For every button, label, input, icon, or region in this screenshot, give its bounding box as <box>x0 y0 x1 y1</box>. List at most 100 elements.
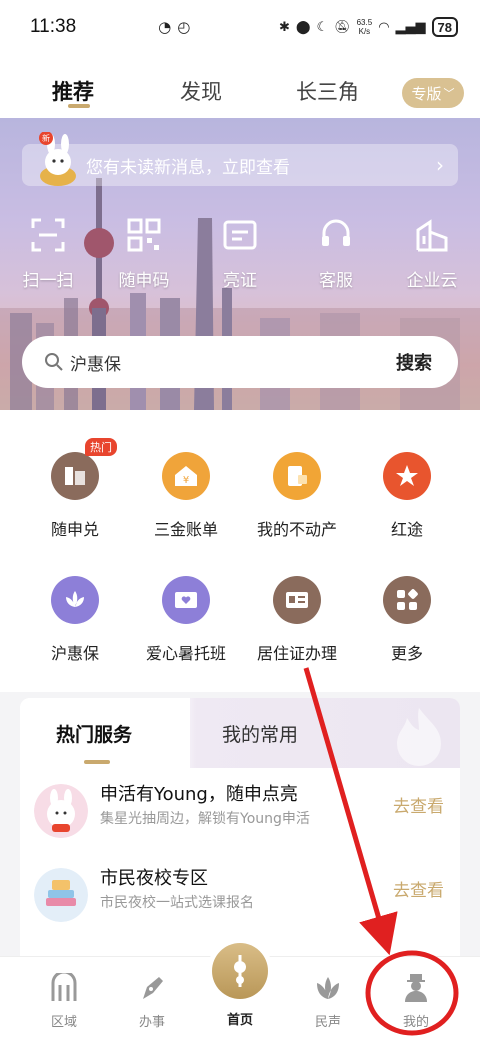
service-suishendui[interactable]: 热门 随申兑 <box>20 438 130 540</box>
service-three-funds-bill[interactable]: ¥ 三金账单 <box>131 452 241 540</box>
voucher-icon: 热门 <box>51 438 117 500</box>
nav-label: 区域 <box>50 1015 77 1030</box>
tab-my-frequent[interactable]: 我的常用 <box>222 720 298 747</box>
list-item-young[interactable]: 申活有Young，随申点亮 集星光抽周边，解锁有Young申活 去查看 <box>20 778 460 854</box>
service-huhuibao[interactable]: 沪惠保 <box>20 576 130 664</box>
tab-discover[interactable]: 发现 <box>180 76 222 106</box>
list-item-night-school[interactable]: 市民夜校专区 市民夜校一站式选课报名 去查看 <box>20 862 460 938</box>
service-red-route[interactable]: 红途 <box>352 452 462 540</box>
property-document-icon <box>273 452 321 500</box>
service-more[interactable]: 更多 <box>352 576 462 664</box>
home-tower-icon <box>234 955 246 987</box>
quick-qr-code[interactable]: 随申码 <box>104 218 184 291</box>
residence-card-icon <box>273 576 321 624</box>
active-tab-indicator <box>68 104 90 108</box>
hot-badge: 热门 <box>85 438 117 456</box>
tab-recommend[interactable]: 推荐 <box>52 76 94 106</box>
building-icon <box>416 219 448 252</box>
heart-card-icon <box>162 576 210 624</box>
quick-enterprise-cloud[interactable]: 企业云 <box>392 218 472 291</box>
location-icon: ⬤ <box>295 19 311 35</box>
service-card: 热门服务 我的常用 申活有Young，随申点亮 集星光抽周边，解锁有Young申… <box>20 698 460 968</box>
rabbit-thumbnail-icon <box>34 784 88 838</box>
card-icon <box>223 220 257 250</box>
moon-icon: ☾ <box>316 19 329 35</box>
service-label: 居住证办理 <box>256 644 337 663</box>
search-icon <box>45 353 63 371</box>
network-speed: 63.5 K/s <box>357 18 373 36</box>
rabbit-mascot-icon: 新 <box>39 132 76 186</box>
services-grid: 热门 随申兑 ¥ 三金账单 我的不动产 红途 沪惠保 爱心暑托班 居住证办理 更… <box>0 410 480 692</box>
quick-customer-service-label: 客服 <box>319 271 353 291</box>
tab-hot-services[interactable]: 热门服务 <box>56 720 132 747</box>
wifi-icon: ◠ <box>378 19 390 35</box>
view-button[interactable]: 去查看 <box>393 792 444 817</box>
tab-yangtze-delta[interactable]: 长三角 <box>296 76 359 106</box>
notification-icon: ◔ <box>158 18 172 36</box>
quick-qr-code-label: 随申码 <box>118 271 170 291</box>
quick-show-id[interactable]: 亮证 <box>200 218 280 291</box>
view-button[interactable]: 去查看 <box>393 876 444 901</box>
nav-home-button[interactable] <box>212 943 268 999</box>
mute-icon: 🔕︎ <box>334 19 351 35</box>
service-label: 沪惠保 <box>50 644 99 663</box>
flame-watermark-icon <box>397 708 441 766</box>
qr-code-icon <box>127 218 161 252</box>
speed-unit: K/s <box>358 27 371 36</box>
hero-banner: 您有未读新消息，立即查看 › 新 扫一扫 随申码 亮证 客服 企业云 沪惠保 搜… <box>0 118 480 410</box>
search-input[interactable]: 沪惠保 搜索 <box>22 336 458 388</box>
red-star-icon <box>383 452 431 500</box>
status-bar: 11:38 ◔ ◴ ✱ ⬤ ☾ 🔕︎ 63.5 K/s ◠ ▂▄▆ 78 <box>0 0 480 54</box>
edition-dropdown-button[interactable]: 专版 ﹀ <box>402 78 464 108</box>
service-label: 三金账单 <box>153 520 218 539</box>
card-tab-bar: 热门服务 我的常用 <box>20 698 460 768</box>
list-item-subtitle: 市民夜校一站式选课报名 <box>100 895 254 911</box>
card-tab-indicator <box>84 760 110 764</box>
new-badge: 新 <box>42 133 50 143</box>
service-label: 爱心暑托班 <box>145 644 226 663</box>
lotus-icon <box>317 977 339 999</box>
nav-affairs[interactable]: 办事 <box>112 973 192 1030</box>
quick-scan[interactable]: 扫一扫 <box>8 218 88 291</box>
battery-indicator: 78 <box>431 17 458 37</box>
service-my-real-estate[interactable]: 我的不动产 <box>242 452 352 540</box>
service-label: 更多 <box>390 644 423 663</box>
status-system-icons: ✱ ⬤ ☾ 🔕︎ 63.5 K/s ◠ ▂▄▆ 78 <box>279 17 458 37</box>
nav-label: 办事 <box>138 1015 165 1030</box>
quick-enterprise-cloud-label: 企业云 <box>406 271 458 291</box>
scan-icon <box>31 218 65 252</box>
more-grid-icon <box>383 576 431 624</box>
service-label: 红途 <box>390 520 423 539</box>
chevron-down-icon: ﹀ <box>443 87 455 100</box>
speed-value: 63.5 <box>356 18 373 27</box>
nav-public-voice[interactable]: 民声 <box>288 973 368 1030</box>
chevron-right-icon: › <box>436 153 444 177</box>
quick-customer-service[interactable]: 客服 <box>296 218 376 291</box>
unread-message-banner[interactable]: 您有未读新消息，立即查看 › <box>22 144 458 186</box>
search-placeholder: 沪惠保 <box>70 354 121 375</box>
books-thumbnail-icon <box>34 868 88 922</box>
list-item-title: 市民夜校专区 <box>100 868 208 889</box>
bluetooth-icon: ✱ <box>278 19 290 35</box>
service-residence-permit[interactable]: 居住证办理 <box>242 576 352 664</box>
service-label: 随申兑 <box>50 520 99 539</box>
headset-icon <box>322 219 350 246</box>
edition-label: 专版 <box>411 84 442 103</box>
pen-icon <box>143 977 163 999</box>
house-yuan-icon: ¥ <box>162 452 210 500</box>
status-app-icons: ◔ ◴ <box>158 18 190 36</box>
service-summer-care[interactable]: 爱心暑托班 <box>131 576 241 664</box>
status-time: 11:38 <box>30 16 77 37</box>
nav-mine[interactable]: 我的 <box>376 973 456 1030</box>
nav-home-label: 首页 <box>226 1013 253 1028</box>
lotus-shield-icon <box>51 576 99 624</box>
nav-label: 民声 <box>314 1015 341 1030</box>
search-button[interactable]: 搜索 <box>396 349 432 375</box>
list-item-subtitle: 集星光抽周边，解锁有Young申活 <box>100 811 310 827</box>
region-icon <box>51 973 77 1001</box>
list-item-title: 申活有Young，随申点亮 <box>100 784 298 805</box>
nav-region[interactable]: 区域 <box>24 973 104 1030</box>
service-label: 我的不动产 <box>256 520 337 539</box>
quick-show-id-label: 亮证 <box>223 271 257 291</box>
svg-text:¥: ¥ <box>183 475 189 486</box>
